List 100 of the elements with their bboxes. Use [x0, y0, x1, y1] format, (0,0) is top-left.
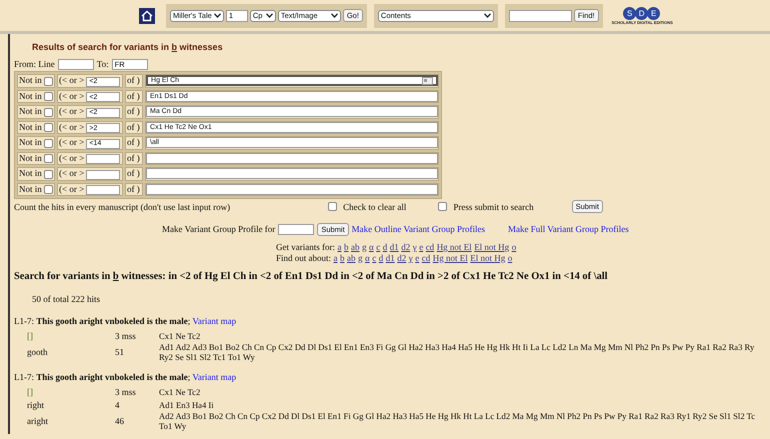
group-link[interactable]: d [378, 252, 384, 262]
reading-count: 51 [115, 347, 125, 357]
not-in-label: Not in [19, 168, 42, 178]
caret-icon [330, 13, 338, 18]
witness-list: To1 Wy [159, 421, 756, 431]
page-title: Results of search for variants in b witnesses [31, 41, 224, 54]
group-link[interactable]: Hg not El [432, 252, 468, 262]
find-out-label: Find out about: [276, 252, 332, 262]
home-icon[interactable] [139, 8, 155, 24]
profile-field[interactable] [278, 224, 314, 234]
operator-field[interactable] [86, 185, 120, 195]
group-link[interactable]: g [362, 242, 366, 252]
group-link[interactable]: El not Hg [470, 252, 506, 262]
logo-letter: S [623, 6, 636, 20]
group-link[interactable]: a [337, 242, 342, 252]
not-in-checkbox[interactable] [44, 76, 54, 86]
group-link[interactable]: e [415, 252, 420, 262]
witness-list: Cx1 Ne Tc2 [159, 330, 200, 340]
of-label: of ) [127, 90, 140, 101]
group-link[interactable]: Hg not El [436, 242, 472, 252]
operator-label: (< or > [59, 184, 84, 194]
not-in-checkbox[interactable] [44, 170, 54, 179]
reading-text: right [27, 400, 45, 410]
of-label: of ) [127, 168, 140, 178]
group-link[interactable]: o [512, 242, 516, 252]
operator-label: (< or > [59, 137, 84, 147]
group-link[interactable]: d1 [390, 242, 399, 252]
reading-text: gooth [27, 347, 49, 357]
group-link[interactable]: c [372, 252, 376, 262]
separator: ; [188, 372, 190, 382]
not-in-checkbox[interactable] [44, 185, 54, 194]
group-link[interactable]: ab [347, 252, 356, 262]
find-field[interactable] [508, 10, 572, 22]
operator-field[interactable] [86, 170, 120, 180]
line-reference: L1-7: [14, 372, 34, 382]
witness-list: Ad1 En3 Ha4 Ii [159, 400, 214, 410]
group-link[interactable]: d [382, 242, 388, 252]
not-in-checkbox[interactable] [44, 154, 54, 164]
full-profiles-link[interactable]: Make Full Variant Group Profiles [508, 224, 629, 234]
not-in-checkbox[interactable] [44, 123, 54, 132]
reading-text: [] [27, 330, 34, 340]
not-in-label: Not in [19, 106, 42, 116]
group-link[interactable]: cd [422, 252, 430, 262]
logo-letter: E [647, 6, 660, 20]
witnesses-field[interactable] [146, 152, 438, 164]
variant-map-link[interactable]: Variant map [192, 316, 236, 326]
not-in-checkbox[interactable] [44, 92, 54, 102]
group-link[interactable]: c [376, 242, 380, 252]
press-submit-checkbox[interactable] [438, 202, 448, 211]
not-in-label: Not in [19, 90, 42, 101]
of-label: of ) [127, 106, 140, 116]
group-link[interactable]: o [508, 252, 512, 262]
profile-label: Make Variant Group Profile for [162, 224, 276, 234]
outline-profiles-link[interactable]: Make Outline Variant Group Profiles [352, 224, 485, 234]
line-text: This gooth aright vnbokeled is the male [36, 316, 188, 326]
reading-count: 4 [115, 400, 120, 410]
from-label: From: Line [14, 59, 55, 69]
group-link[interactable]: d2 [397, 252, 406, 262]
not-in-checkbox[interactable] [44, 108, 54, 117]
group-link[interactable]: α [365, 252, 370, 262]
group-link[interactable]: g [358, 252, 363, 262]
group-link[interactable]: e [419, 242, 424, 252]
group-link[interactable]: a [334, 252, 338, 262]
operator-field[interactable] [86, 154, 120, 164]
witnesses-field[interactable] [146, 184, 438, 195]
of-label: of ) [127, 122, 140, 132]
operator-label: (< or > [59, 75, 84, 85]
group-link[interactable]: α [368, 242, 374, 252]
group-link[interactable]: b [344, 242, 348, 252]
clear-all-checkbox[interactable] [328, 202, 338, 211]
group-link[interactable]: cd [426, 242, 434, 252]
group-link[interactable]: d1 [386, 252, 395, 262]
not-in-checkbox[interactable] [44, 138, 54, 148]
witnesses-field[interactable] [146, 168, 438, 180]
reading-text: aright [27, 416, 49, 426]
logo-letter: D [635, 6, 648, 20]
of-label: of ) [127, 184, 140, 194]
witness-list: Ad2 Ad3 Bo1 Bo2 Ch Cn Cp Cx2 Dd Dl Ds1 El En1 Fi Gg Gl Ha2 Ha3 Ha5 He Hg Hk Ht La Lc Ld2 Ma Mg Mm Nl Ph2 Pn Ps Pw Py Ra1 Ra2 Ra3 Ry1 Ry2 Se Sl1 Sl2 Tc [159, 411, 756, 421]
operator-label: (< or > [59, 90, 84, 100]
witness-list: Ad1 Ad2 Ad3 Bo1 Bo2 Ch Cn Cp Cx2 Dd Dl Ds1 El En1 En3 Fi Gg Gl Ha2 Ha3 Ha4 Ha5 He Hg Hk Ht Ii La Lc Ld2 Ln Ma Mg Mm Nl Ph2 Pn Ps Pw Py Ra1 Ra2 Ra3 Ry [159, 342, 754, 352]
caret-icon [214, 13, 221, 18]
of-label: of ) [127, 137, 140, 148]
group-link[interactable]: γ [408, 252, 413, 262]
variant-map-link[interactable]: Variant map [192, 372, 236, 382]
hits-count: 50 of total 222 hits [32, 294, 101, 306]
group-link[interactable]: El not Hg [474, 242, 510, 252]
group-link[interactable]: d2 [401, 242, 410, 252]
from-field[interactable] [58, 58, 94, 70]
reading-count: 46 [115, 416, 125, 426]
caret-icon [484, 13, 491, 18]
not-in-label: Not in [19, 75, 42, 86]
caret-icon [266, 13, 273, 18]
witness-list: Ry2 Se Sl1 Sl2 Tc1 To1 Wy [159, 352, 754, 362]
group-link[interactable]: b [340, 252, 345, 262]
not-in-label: Not in [19, 122, 42, 132]
separator: ; [188, 316, 190, 326]
group-link[interactable]: γ [412, 242, 417, 252]
keyboard-icon [422, 77, 433, 86]
group-link[interactable]: ab [350, 242, 360, 252]
operator-label: (< or > [59, 106, 84, 116]
